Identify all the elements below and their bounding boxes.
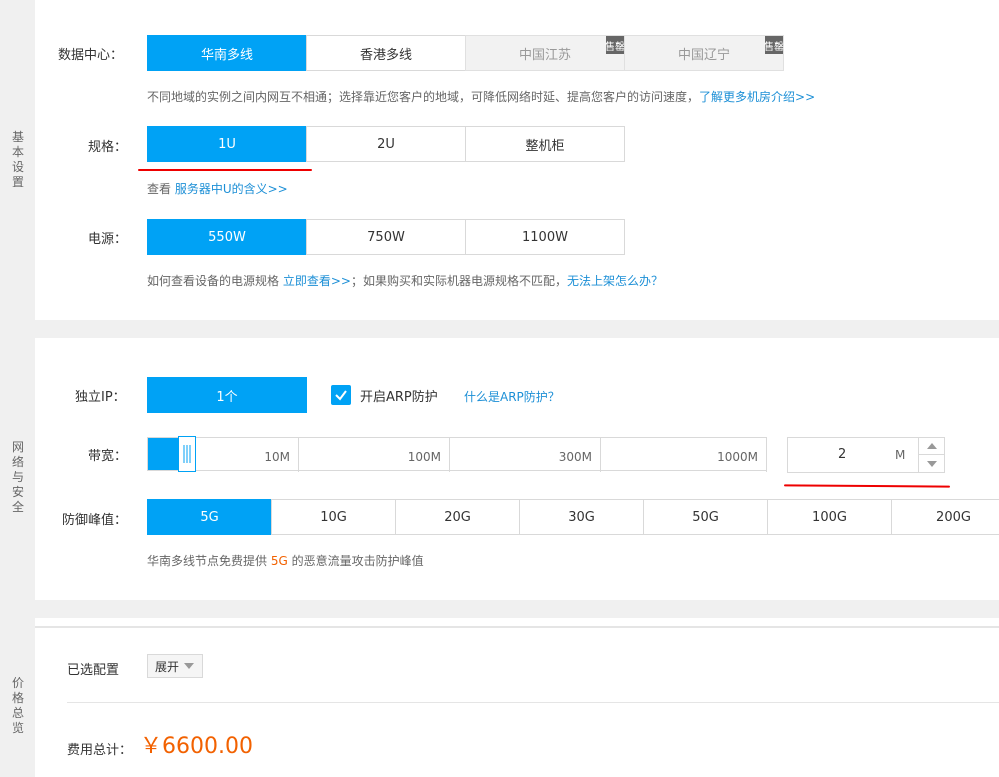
datacenter-more-link[interactable]: 了解更多机房介绍>> <box>699 90 815 104</box>
slider-tick-300m: 300M <box>450 438 601 472</box>
spec-hint-text: 查看 <box>147 182 172 196</box>
side-label-price: 价格总览 <box>11 676 24 735</box>
ip-label: 独立IP： <box>75 390 126 405</box>
sold-out-badge: 售罄 <box>605 36 625 54</box>
network-security-section: 网络与安全 独立IP： 1个 开启ARP防护 什么是ARP防护？ 带宽： 10M… <box>0 338 999 600</box>
defense-option-5g[interactable]: 5G <box>147 499 272 535</box>
datacenter-option-liaoning-label: 中国辽宁 <box>677 47 730 63</box>
spec-label: 规格： <box>88 140 128 155</box>
bandwidth-red-underline <box>783 484 951 488</box>
checkmark-icon <box>335 390 347 401</box>
power-hint: 如何查看设备的电源规格 立即查看>>；如果购买和实际机器电源规格不匹配，无法上架… <box>147 272 663 289</box>
slider-tick-1000m: 1000M <box>601 438 767 472</box>
defense-option-100g[interactable]: 100G <box>767 499 892 535</box>
basic-settings-section: 基本设置 数据中心： 华南多线 香港多线 中国江苏 售罄 中国辽宁 售罄 不同地… <box>0 0 999 320</box>
power-check-link[interactable]: 立即查看>> <box>283 274 351 288</box>
defense-hint: 华南多线节点免费提供 5G 的恶意流量攻击防护峰值 <box>147 552 424 569</box>
arrow-up-icon <box>926 443 937 449</box>
datacenter-option-jiangsu-label: 中国江苏 <box>518 47 571 63</box>
defense-option-200g[interactable]: 200G <box>891 499 999 535</box>
bandwidth-input-box: 2 M <box>787 437 945 473</box>
bandwidth-increment[interactable] <box>918 438 944 455</box>
spec-option-2u[interactable]: 2U <box>306 126 466 162</box>
arp-checkbox[interactable] <box>331 385 351 405</box>
expand-dropdown[interactable]: 展开 <box>147 654 203 678</box>
defense-hint-value: 5G <box>270 554 288 568</box>
datacenter-hint: 不同地域的实例之间内网互不相通；选择靠近您客户的地域，可降低网络时延、提高您客户… <box>147 88 815 105</box>
slider-handle[interactable] <box>178 436 196 472</box>
slider-tick-100m: 100M <box>299 438 450 472</box>
bandwidth-decrement[interactable] <box>918 455 944 472</box>
grip-icon <box>183 445 191 463</box>
defense-option-10g[interactable]: 10G <box>271 499 396 535</box>
arp-label: 开启ARP防护 <box>360 390 438 405</box>
defense-option-30g[interactable]: 30G <box>519 499 644 535</box>
slider-tick-10m: 10M <box>148 438 299 472</box>
ip-option-1[interactable]: 1个 <box>147 377 307 413</box>
arrow-down-icon <box>926 460 937 467</box>
power-hint-mid: ；如果购买和实际机器电源规格不匹配， <box>350 274 567 288</box>
side-bar: 网络与安全 <box>0 338 35 600</box>
total-label: 费用总计： <box>67 743 133 758</box>
bandwidth-unit: M <box>895 448 906 462</box>
side-bar: 价格总览 <box>0 618 35 777</box>
spec-option-cabinet[interactable]: 整机柜 <box>465 126 625 162</box>
defense-option-20g[interactable]: 20G <box>395 499 520 535</box>
power-mismatch-link[interactable]: 无法上架怎么办？ <box>567 274 663 288</box>
defense-option-50g[interactable]: 50G <box>643 499 768 535</box>
power-option-750w[interactable]: 750W <box>306 219 466 255</box>
side-bar: 基本设置 <box>0 0 35 320</box>
power-option-1100w[interactable]: 1100W <box>465 219 625 255</box>
defense-hint-suffix: 的恶意流量攻击防护峰值 <box>291 554 424 568</box>
spec-red-underline <box>138 169 312 171</box>
datacenter-option-jiangsu: 中国江苏 售罄 <box>465 35 625 71</box>
spec-option-1u[interactable]: 1U <box>147 126 307 162</box>
spec-u-meaning-link[interactable]: 服务器中U的含义>> <box>175 182 288 196</box>
bandwidth-label: 带宽： <box>88 449 128 464</box>
side-label-basic: 基本设置 <box>11 130 24 189</box>
total-price: ￥6600.00 <box>140 734 253 759</box>
datacenter-option-hongkong[interactable]: 香港多线 <box>306 35 466 71</box>
power-label: 电源： <box>88 232 128 247</box>
defense-hint-text: 华南多线节点免费提供 <box>147 554 268 568</box>
bandwidth-value-input[interactable]: 2 <box>838 447 846 462</box>
defense-label: 防御峰值： <box>62 513 128 528</box>
selected-config-label: 已选配置 <box>67 663 120 678</box>
sold-out-badge: 售罄 <box>764 36 784 54</box>
section-top-border <box>35 626 999 628</box>
power-option-550w[interactable]: 550W <box>147 219 307 255</box>
divider <box>67 702 999 703</box>
spec-hint: 查看 服务器中U的含义>> <box>147 180 288 197</box>
arp-help-link[interactable]: 什么是ARP防护？ <box>464 388 560 405</box>
side-label-network: 网络与安全 <box>11 440 24 514</box>
datacenter-hint-text: 不同地域的实例之间内网互不相通；选择靠近您客户的地域，可降低网络时延、提高您客户… <box>147 90 700 104</box>
chevron-down-icon <box>184 663 195 669</box>
price-overview-section: 价格总览 已选配置 展开 费用总计： ￥6600.00 <box>0 618 999 777</box>
power-hint-text: 如何查看设备的电源规格 <box>147 274 280 288</box>
datacenter-option-huanan[interactable]: 华南多线 <box>147 35 307 71</box>
datacenter-option-liaoning: 中国辽宁 售罄 <box>624 35 784 71</box>
bandwidth-slider[interactable]: 10M 100M 300M 1000M <box>147 436 767 472</box>
datacenter-label: 数据中心： <box>58 48 124 63</box>
expand-label: 展开 <box>155 659 180 674</box>
